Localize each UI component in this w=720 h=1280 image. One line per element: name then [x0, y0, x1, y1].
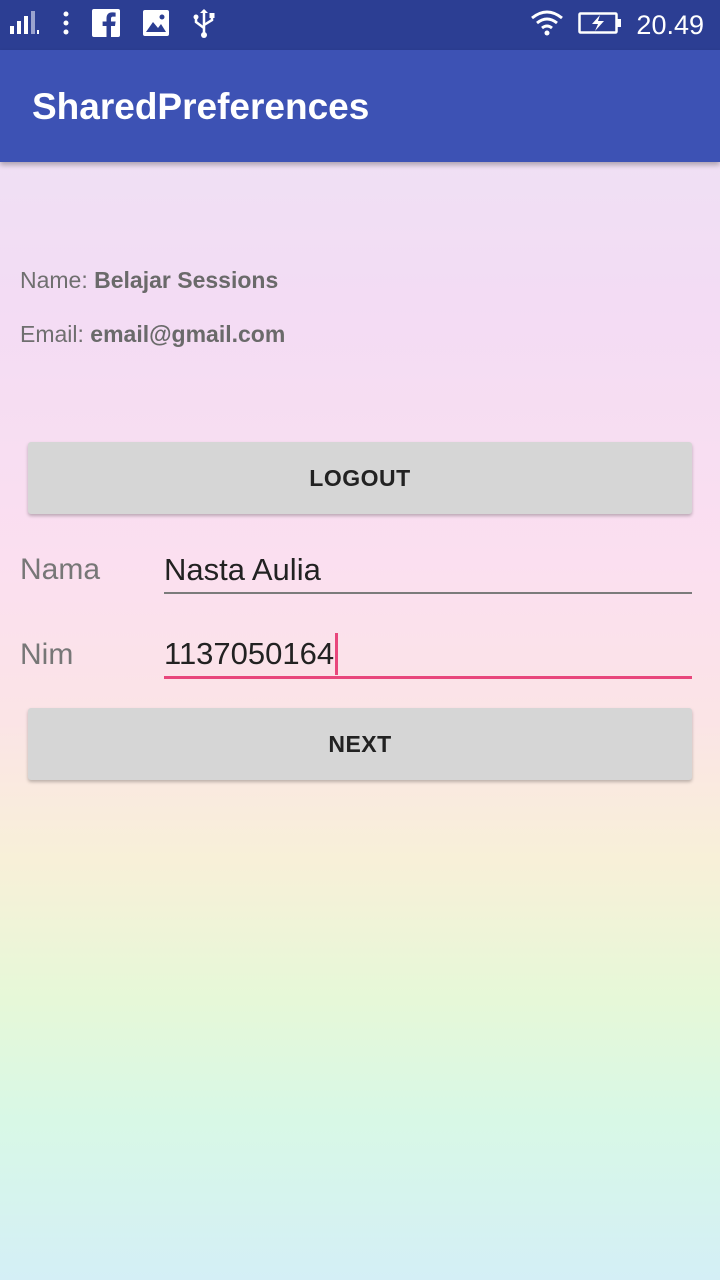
nim-input[interactable]: 1137050164 — [164, 632, 692, 679]
nama-label: Nama — [20, 553, 101, 586]
email-value: email@gmail.com — [90, 321, 286, 347]
logout-button[interactable]: LOGOUT — [28, 442, 692, 514]
name-info: Name: Belajar Sessions — [20, 267, 278, 294]
facebook-icon — [92, 8, 120, 42]
next-button[interactable]: NEXT — [28, 708, 692, 780]
app-bar: SharedPreferences — [0, 50, 720, 162]
text-cursor — [335, 633, 339, 675]
wifi-icon — [530, 10, 564, 41]
email-info: Email: email@gmail.com — [20, 321, 285, 348]
nim-label: Nim — [20, 638, 74, 671]
battery-charging-icon — [578, 11, 622, 40]
usb-icon — [192, 8, 216, 43]
app-title: SharedPreferences — [32, 86, 370, 127]
image-icon — [142, 9, 170, 42]
name-value: Belajar Sessions — [94, 267, 279, 293]
signal-icon — [10, 10, 40, 41]
nama-input[interactable]: Nasta Aulia — [164, 548, 692, 594]
nim-input-value: 1137050164 — [164, 636, 335, 671]
name-label: Name: — [20, 267, 95, 293]
status-clock: 20.49 — [636, 9, 704, 40]
email-label: Email: — [20, 321, 91, 347]
nama-input-value: Nasta Aulia — [164, 552, 321, 587]
more-vert-icon — [62, 10, 70, 41]
status-bar: 20.49 — [0, 0, 720, 50]
